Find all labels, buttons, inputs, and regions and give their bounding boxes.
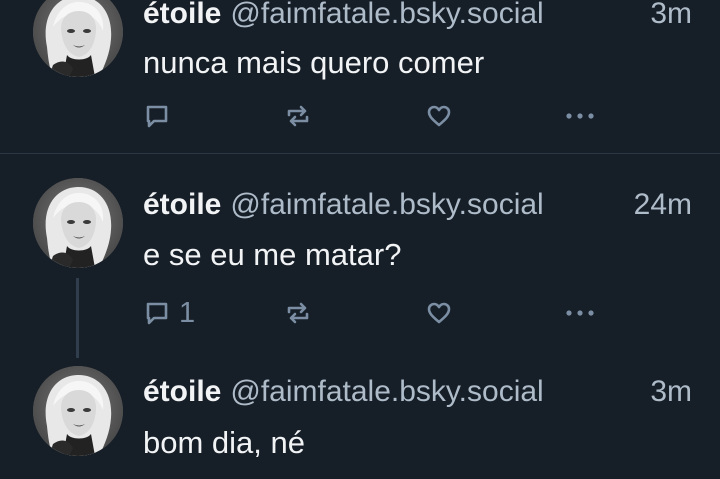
reply-button[interactable]: 1 [143, 296, 195, 330]
author-handle[interactable]: @faimfatale.bsky.social [230, 0, 644, 34]
more-options-button[interactable] [563, 296, 597, 330]
author-display-name[interactable]: étoile [143, 0, 221, 34]
avatar[interactable] [33, 0, 123, 77]
author-display-name[interactable]: étoile [143, 185, 221, 225]
avatar[interactable] [33, 366, 123, 456]
post-text: nunca mais quero comer [143, 45, 485, 80]
post-text: bom dia, né [143, 425, 305, 460]
post-item[interactable]: étoile @faimfatale.bsky.social 24m e se … [0, 154, 720, 354]
repost-button[interactable] [283, 296, 313, 330]
more-options-icon [566, 310, 594, 316]
reply-count: 1 [179, 296, 196, 329]
author-handle[interactable]: @faimfatale.bsky.social [230, 185, 627, 225]
repost-button[interactable] [283, 99, 313, 133]
post-timestamp[interactable]: 3m [650, 372, 692, 412]
profile-photo [33, 178, 123, 268]
repost-icon [287, 105, 309, 127]
heart-icon [427, 302, 451, 324]
avatar[interactable] [33, 178, 123, 268]
like-button[interactable] [425, 296, 453, 330]
author-display-name[interactable]: étoile [143, 372, 221, 412]
post-item[interactable]: étoile @faimfatale.bsky.social 3m bom di… [0, 354, 720, 479]
reply-icon [146, 302, 168, 325]
post-header: étoile @faimfatale.bsky.social 3m [143, 372, 692, 412]
repost-icon [287, 302, 309, 324]
post-item[interactable]: étoile @faimfatale.bsky.social 3m nunca … [0, 0, 720, 153]
thread-connector [76, 278, 79, 358]
author-handle[interactable]: @faimfatale.bsky.social [230, 372, 644, 412]
profile-photo [33, 366, 123, 456]
post-header: étoile @faimfatale.bsky.social 24m [143, 185, 692, 225]
profile-photo [33, 0, 123, 77]
post-actions [143, 99, 613, 133]
post-header: étoile @faimfatale.bsky.social 3m [143, 0, 692, 34]
post-actions: 1 [143, 296, 613, 330]
more-options-button[interactable] [563, 99, 597, 133]
heart-icon [427, 105, 451, 127]
post-timestamp[interactable]: 3m [650, 0, 692, 34]
reply-button[interactable] [143, 99, 179, 133]
more-options-icon [566, 113, 594, 119]
like-button[interactable] [425, 99, 453, 133]
post-timestamp[interactable]: 24m [634, 185, 692, 225]
reply-icon [146, 105, 168, 128]
post-text: e se eu me matar? [143, 237, 402, 272]
